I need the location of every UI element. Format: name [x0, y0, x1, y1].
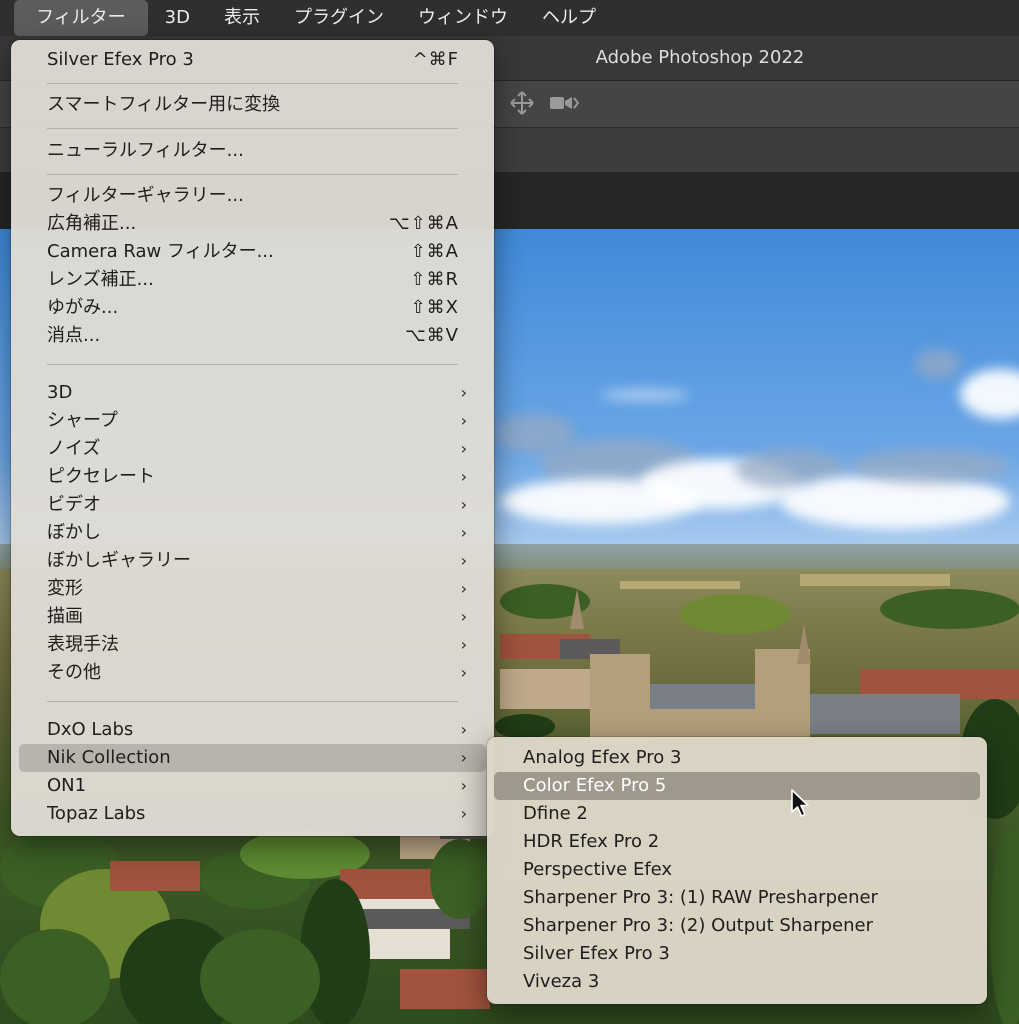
menu-item-adaptive-wide-angle[interactable]: 広角補正... ⌥⇧⌘A — [11, 210, 494, 238]
menu-plugins[interactable]: プラグイン — [277, 0, 401, 36]
menu-separator — [47, 83, 458, 84]
menu-item-lens-correction[interactable]: レンズ補正... ⇧⌘R — [11, 266, 494, 294]
chevron-right-icon: › — [460, 411, 467, 430]
menu-separator — [47, 701, 458, 702]
chevron-right-icon: › — [460, 439, 467, 458]
chevron-right-icon: › — [460, 383, 467, 402]
menu-item-topaz-labs[interactable]: Topaz Labs › — [11, 800, 494, 828]
menu-item-liquify[interactable]: ゆがみ... ⇧⌘X — [11, 294, 494, 322]
shortcut-label: ^⌘F — [412, 49, 459, 70]
submenu-item-dfine-2[interactable]: Dfine 2 — [487, 800, 987, 828]
menu-item-convert-smart-filter[interactable]: スマートフィルター用に変換 — [11, 91, 494, 119]
menu-item-noise[interactable]: ノイズ › — [11, 435, 494, 463]
arrow-cursor-icon — [790, 788, 812, 820]
menu-view[interactable]: 表示 — [207, 0, 277, 36]
menu-item-dxo-labs[interactable]: DxO Labs › — [11, 716, 494, 744]
chevron-right-icon: › — [460, 607, 467, 626]
menu-window[interactable]: ウィンドウ — [401, 0, 525, 36]
shortcut-label: ⌥⌘V — [404, 325, 459, 346]
submenu-item-silver-efex-pro-3[interactable]: Silver Efex Pro 3 — [487, 940, 987, 968]
nik-collection-submenu: Analog Efex Pro 3 Color Efex Pro 5 Dfine… — [487, 737, 987, 1004]
menu-item-sharpen[interactable]: シャープ › — [11, 407, 494, 435]
shortcut-label: ⇧⌘A — [410, 241, 459, 262]
menu-item-neural-filters[interactable]: ニューラルフィルター... — [11, 137, 494, 165]
menu-separator — [47, 174, 458, 175]
menu-item-camera-raw-filter[interactable]: Camera Raw フィルター... ⇧⌘A — [11, 238, 494, 266]
menu-separator — [47, 364, 458, 365]
menu-item-nik-collection[interactable]: Nik Collection › — [19, 744, 486, 772]
menu-item-other[interactable]: その他 › — [11, 659, 494, 687]
chevron-right-icon: › — [460, 467, 467, 486]
menu-item-filter-gallery[interactable]: フィルターギャラリー... — [11, 182, 494, 210]
menu-item-on1[interactable]: ON1 › — [11, 772, 494, 800]
chevron-right-icon: › — [460, 551, 467, 570]
menu-item-pixelate[interactable]: ピクセレート › — [11, 463, 494, 491]
chevron-right-icon: › — [460, 776, 467, 795]
submenu-item-sharpener-output-sharpener[interactable]: Sharpener Pro 3: (2) Output Sharpener — [487, 912, 987, 940]
shortcut-label: ⇧⌘R — [410, 269, 459, 290]
chevron-right-icon: › — [460, 804, 467, 823]
video-camera-3d-icon[interactable] — [548, 89, 580, 117]
menu-item-distort[interactable]: 変形 › — [11, 575, 494, 603]
submenu-item-sharpener-raw-presharpener[interactable]: Sharpener Pro 3: (1) RAW Presharpener — [487, 884, 987, 912]
move-3d-icon[interactable] — [508, 89, 536, 117]
menu-3d[interactable]: 3D — [148, 0, 207, 36]
submenu-item-color-efex-pro-5[interactable]: Color Efex Pro 5 — [494, 772, 980, 800]
menu-separator — [47, 128, 458, 129]
menu-help[interactable]: ヘルプ — [525, 0, 613, 36]
menu-item-vanishing-point[interactable]: 消点... ⌥⌘V — [11, 322, 494, 350]
submenu-item-perspective-efex[interactable]: Perspective Efex — [487, 856, 987, 884]
menu-bar: フィルター 3D 表示 プラグイン ウィンドウ ヘルプ — [0, 0, 1019, 36]
chevron-right-icon: › — [460, 663, 467, 682]
chevron-right-icon: › — [460, 523, 467, 542]
submenu-item-analog-efex-pro-3[interactable]: Analog Efex Pro 3 — [487, 744, 987, 772]
chevron-right-icon: › — [460, 720, 467, 739]
menu-filter[interactable]: フィルター — [14, 0, 148, 36]
menu-item-blur[interactable]: ぼかし › — [11, 519, 494, 547]
menu-item-3d[interactable]: 3D › — [11, 379, 494, 407]
chevron-right-icon: › — [460, 635, 467, 654]
menu-item-render[interactable]: 描画 › — [11, 603, 494, 631]
menu-item-stylize[interactable]: 表現手法 › — [11, 631, 494, 659]
menu-item-video[interactable]: ビデオ › — [11, 491, 494, 519]
chevron-right-icon: › — [460, 579, 467, 598]
shortcut-label: ⇧⌘X — [410, 297, 459, 318]
filter-menu: Silver Efex Pro 3 ^⌘F スマートフィルター用に変換 ニューラ… — [11, 40, 494, 836]
submenu-item-viveza-3[interactable]: Viveza 3 — [487, 968, 987, 996]
chevron-right-icon: › — [460, 748, 467, 767]
shortcut-label: ⌥⇧⌘A — [388, 213, 459, 234]
menu-item-silver-efex-pro-3[interactable]: Silver Efex Pro 3 ^⌘F — [11, 46, 494, 74]
submenu-item-hdr-efex-pro-2[interactable]: HDR Efex Pro 2 — [487, 828, 987, 856]
chevron-right-icon: › — [460, 495, 467, 514]
menu-item-blur-gallery[interactable]: ぼかしギャラリー › — [11, 547, 494, 575]
